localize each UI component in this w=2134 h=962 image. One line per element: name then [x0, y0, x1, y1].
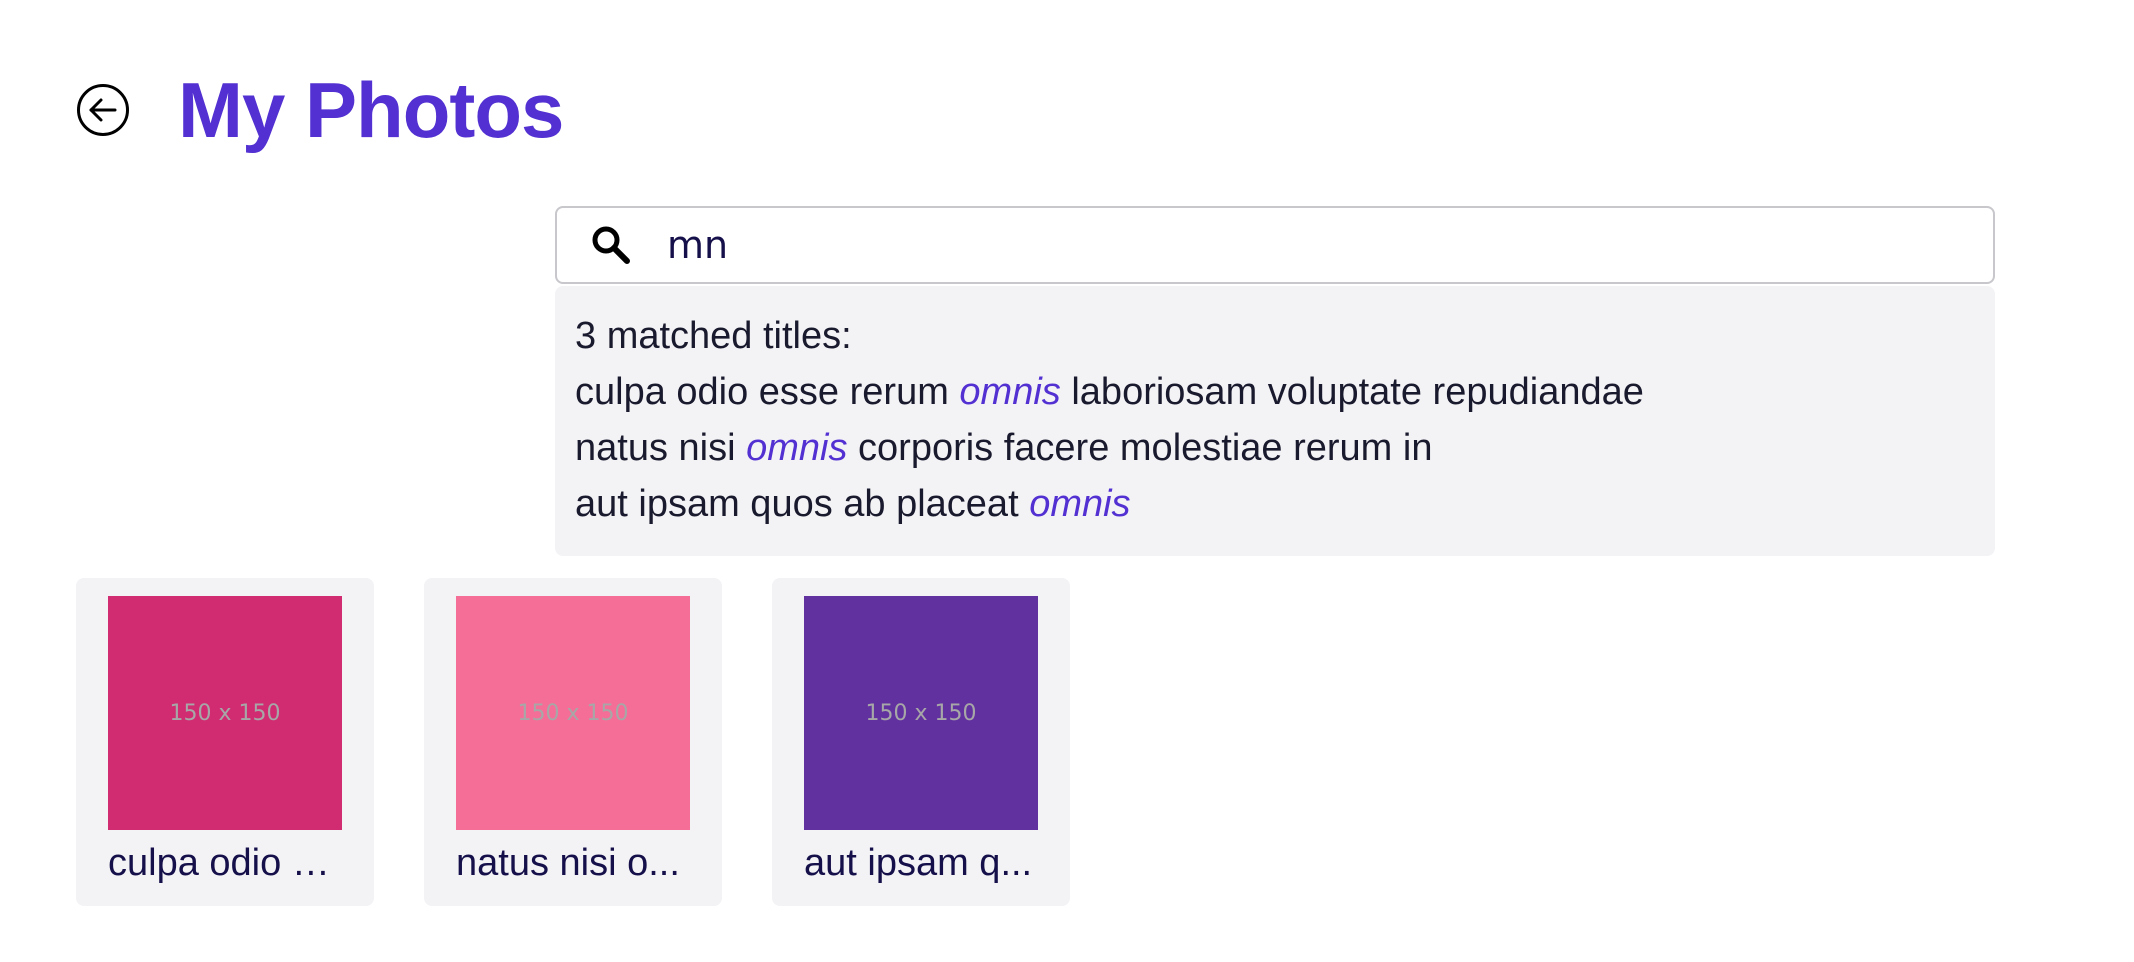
search-input[interactable]: [665, 214, 1993, 276]
match-text: culpa odio esse rerum: [575, 371, 960, 413]
match-item[interactable]: culpa odio esse rerum omnis laboriosam v…: [575, 364, 1975, 420]
search-container: 3 matched titles: culpa odio esse rerum …: [555, 206, 1995, 556]
match-text: natus nisi: [575, 427, 747, 469]
back-button[interactable]: [76, 83, 130, 137]
photo-card[interactable]: 150 x 150 culpa odio e...: [76, 578, 374, 906]
photo-card[interactable]: 150 x 150 aut ipsam q...: [772, 578, 1070, 906]
search-box[interactable]: [555, 206, 1995, 284]
search-results-panel: 3 matched titles: culpa odio esse rerum …: [555, 286, 1995, 556]
photo-card[interactable]: 150 x 150 natus nisi o...: [424, 578, 722, 906]
search-icon: [589, 223, 633, 267]
photo-title: natus nisi o...: [456, 842, 680, 884]
photo-title: aut ipsam q...: [804, 842, 1033, 884]
match-highlight: omnis: [746, 427, 848, 469]
photo-thumbnail: 150 x 150: [108, 596, 342, 830]
match-text: laboriosam voluptate repudiandae: [1060, 371, 1644, 413]
match-item[interactable]: aut ipsam quos ab placeat omnis: [575, 476, 1975, 532]
photo-grid: 150 x 150 culpa odio e... 150 x 150 natu…: [76, 578, 1070, 906]
photo-title: culpa odio e...: [108, 842, 342, 884]
match-text: corporis facere molestiae rerum in: [847, 427, 1433, 469]
photo-thumbnail: 150 x 150: [456, 596, 690, 830]
arrow-left-circle-icon: [77, 84, 129, 136]
page-title: My Photos: [178, 66, 564, 154]
match-highlight: omnis: [1029, 483, 1131, 525]
match-item[interactable]: natus nisi omnis corporis facere molesti…: [575, 420, 1975, 476]
photo-thumbnail: 150 x 150: [804, 596, 1038, 830]
match-text: aut ipsam quos ab placeat: [575, 483, 1030, 525]
results-summary: 3 matched titles:: [575, 315, 852, 357]
match-highlight: omnis: [959, 371, 1061, 413]
page-header: My Photos: [76, 60, 564, 160]
